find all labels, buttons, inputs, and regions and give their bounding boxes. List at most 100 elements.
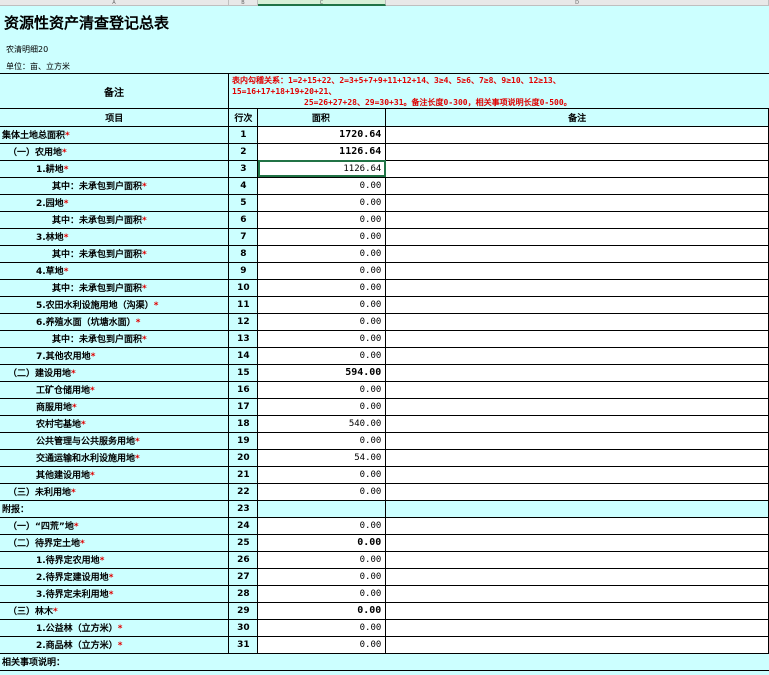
remark-cell[interactable] — [385, 483, 769, 501]
area-cell[interactable]: 0.00 — [257, 279, 387, 297]
remark-cell[interactable] — [385, 194, 769, 212]
area-cell[interactable]: 0.00 — [257, 262, 387, 280]
area-cell[interactable]: 0.00 — [257, 636, 387, 654]
area-cell[interactable]: 1720.64 — [257, 126, 387, 144]
row-number: 13 — [228, 330, 259, 348]
note-header: 备注 表内勾稽关系：1=2+15+22、2=3+5+7+9+11+12+14、3… — [0, 73, 769, 109]
remark-cell[interactable] — [385, 126, 769, 144]
area-cell[interactable]: 0.00 — [257, 483, 387, 501]
area-cell[interactable]: 0.00 — [257, 177, 387, 195]
remark-cell[interactable] — [385, 262, 769, 280]
remark-cell[interactable] — [385, 568, 769, 586]
remark-cell[interactable] — [385, 500, 769, 518]
area-cell[interactable]: 0.00 — [257, 568, 387, 586]
area-cell[interactable]: 0.00 — [257, 432, 387, 450]
note-line-1: 表内勾稽关系：1=2+15+22、2=3+5+7+9+11+12+14、3≥4、… — [232, 76, 561, 85]
remark-cell[interactable] — [385, 245, 769, 263]
area-cell[interactable]: 0.00 — [257, 517, 387, 535]
row-item-label: 4.草地* — [0, 262, 230, 280]
column-header-c[interactable]: C — [258, 0, 386, 6]
remark-cell[interactable] — [385, 432, 769, 450]
remark-cell[interactable] — [385, 449, 769, 467]
area-cell[interactable]: 54.00 — [257, 449, 387, 467]
remark-cell[interactable] — [385, 160, 769, 178]
required-mark: * — [62, 148, 67, 158]
row-item-label: 1.公益林（立方米）* — [0, 619, 230, 637]
table-row: 2.商品林（立方米）* 31 0.00 — [0, 636, 769, 654]
table-row: 3.林地* 7 0.00 — [0, 228, 769, 246]
row-item-label: 集体土地总面积* — [0, 126, 230, 144]
area-cell[interactable] — [257, 500, 387, 518]
row-item-label: 其中：未承包到户面积* — [0, 177, 230, 195]
row-number: 10 — [228, 279, 259, 297]
remark-cell[interactable] — [385, 551, 769, 569]
area-cell[interactable]: 594.00 — [257, 364, 387, 382]
remark-cell[interactable] — [385, 466, 769, 484]
remark-cell[interactable] — [385, 364, 769, 382]
row-number: 12 — [228, 313, 259, 331]
required-mark: * — [71, 369, 76, 379]
table-row: （三）林木* 29 0.00 — [0, 602, 769, 620]
table-row: 6.养殖水面（坑塘水面）* 12 0.00 — [0, 313, 769, 331]
row-item-label: 附报： — [0, 500, 230, 518]
remark-cell[interactable] — [385, 330, 769, 348]
remark-cell[interactable] — [385, 415, 769, 433]
remark-cell[interactable] — [385, 347, 769, 365]
footer-notes-label-cell[interactable]: 相关事项说明： — [0, 653, 769, 671]
row-number: 3 — [228, 160, 259, 178]
area-cell[interactable]: 0.00 — [257, 313, 387, 331]
row-number: 11 — [228, 296, 259, 314]
area-cell[interactable]: 0.00 — [257, 398, 387, 416]
row-item-label: 商服用地* — [0, 398, 230, 416]
column-header-a[interactable]: A — [0, 0, 229, 6]
table-row: 1.待界定农用地* 26 0.00 — [0, 551, 769, 569]
area-cell[interactable]: 540.00 — [257, 415, 387, 433]
remark-cell[interactable] — [385, 279, 769, 297]
remark-cell[interactable] — [385, 296, 769, 314]
remark-cell[interactable] — [385, 211, 769, 229]
area-cell[interactable]: 0.00 — [257, 466, 387, 484]
remark-cell[interactable] — [385, 177, 769, 195]
row-number: 20 — [228, 449, 259, 467]
remark-cell[interactable] — [385, 381, 769, 399]
column-header-b[interactable]: B — [229, 0, 258, 6]
row-item-label: 7.其他农用地* — [0, 347, 230, 365]
area-cell[interactable]: 0.00 — [257, 194, 387, 212]
row-item-label: （三）未利用地* — [0, 483, 230, 501]
area-cell[interactable]: 0.00 — [257, 245, 387, 263]
remark-cell[interactable] — [385, 228, 769, 246]
area-cell[interactable]: 0.00 — [257, 619, 387, 637]
area-cell[interactable]: 0.00 — [257, 585, 387, 603]
remark-cell[interactable] — [385, 398, 769, 416]
area-cell[interactable]: 0.00 — [257, 330, 387, 348]
area-cell[interactable]: 0.00 — [257, 551, 387, 569]
area-cell[interactable]: 1126.64 — [257, 160, 387, 178]
area-cell[interactable]: 0.00 — [257, 296, 387, 314]
remark-cell[interactable] — [385, 602, 769, 620]
remark-cell[interactable] — [385, 313, 769, 331]
area-cell[interactable]: 0.00 — [257, 347, 387, 365]
row-item-text: 2.园地 — [36, 199, 64, 209]
column-header-d[interactable]: D — [386, 0, 769, 6]
remark-cell[interactable] — [385, 534, 769, 552]
row-item-text: 其中：未承包到户面积 — [52, 182, 143, 192]
table-row: （一）“四荒”地* 24 0.00 — [0, 517, 769, 535]
area-cell[interactable]: 0.00 — [257, 534, 387, 552]
required-mark: * — [90, 352, 96, 362]
table-row: 其中：未承包到户面积* 6 0.00 — [0, 211, 769, 229]
area-cell[interactable]: 0.00 — [257, 381, 387, 399]
required-mark: * — [53, 607, 58, 617]
remark-cell[interactable] — [385, 585, 769, 603]
required-mark: * — [142, 250, 147, 260]
area-cell[interactable]: 0.00 — [257, 602, 387, 620]
remark-cell[interactable] — [385, 517, 769, 535]
remark-cell[interactable] — [385, 636, 769, 654]
table-row: 农村宅基地* 18 540.00 — [0, 415, 769, 433]
area-cell[interactable]: 1126.64 — [257, 143, 387, 161]
area-cell[interactable]: 0.00 — [257, 228, 387, 246]
required-mark: * — [135, 318, 141, 328]
remark-cell[interactable] — [385, 143, 769, 161]
area-cell[interactable]: 0.00 — [257, 211, 387, 229]
row-number: 6 — [228, 211, 259, 229]
remark-cell[interactable] — [385, 619, 769, 637]
